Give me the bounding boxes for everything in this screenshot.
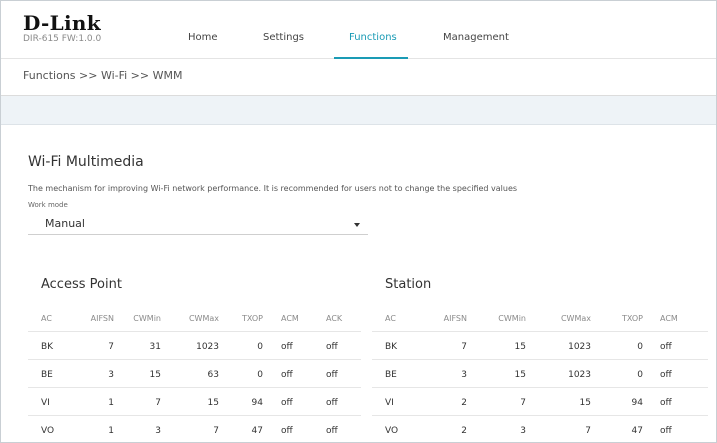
st-cell-acm: off [660,426,672,436]
nav-home[interactable]: Home [188,32,218,43]
st-header-ac: AC [385,314,396,323]
ap-cell-acm: off [281,398,293,408]
ap-row-divider [28,415,361,416]
st-row-divider [372,387,708,388]
ap-cell-acm: off [281,342,293,352]
st-cell-cwmax: 1023 [568,370,591,380]
nav-management[interactable]: Management [443,32,509,43]
ap-cell-ack: off [326,342,338,352]
st-cell-txop: 47 [631,426,643,436]
ap-cell-cwmin: 31 [149,342,161,352]
chevron-down-icon [354,223,360,227]
ap-cell-cwmax: 63 [207,370,219,380]
st-cell-ac: VI [385,398,394,408]
st-cell-aifsn: 7 [461,342,467,352]
ap-cell-cwmax: 1023 [196,342,219,352]
ap-cell-txop: 0 [257,370,263,380]
st-cell-cwmax: 1023 [568,342,591,352]
ap-cell-aifsn: 3 [108,370,114,380]
st-header-txop: TXOP [622,314,643,323]
top-header: D-Link DIR-615 FW:1.0.0 Home Settings Fu… [1,1,716,59]
st-header-aifsn: AIFSN [443,314,467,323]
ap-header-ack: ACK [326,314,343,323]
st-cell-aifsn: 2 [461,398,467,408]
st-cell-txop: 0 [637,370,643,380]
ap-cell-ac: BK [41,342,54,352]
ap-header-acm: ACM [281,314,299,323]
nav-functions[interactable]: Functions [349,32,397,43]
ap-cell-acm: off [281,426,293,436]
ap-cell-cwmin: 15 [149,370,161,380]
st-cell-ac: BE [385,370,397,380]
ap-row-divider [28,387,361,388]
ap-cell-aifsn: 7 [108,342,114,352]
st-cell-cwmin: 3 [520,426,526,436]
active-tab-indicator [334,57,408,59]
work-mode-value: Manual [45,217,85,230]
ap-row-divider [28,359,361,360]
ap-cell-acm: off [281,370,293,380]
work-mode-label: Work mode [28,201,68,209]
ap-header-cwmax: CWMax [188,314,219,323]
ap-cell-cwmax: 7 [213,426,219,436]
st-header-cwmax: CWMax [560,314,591,323]
ap-cell-txop: 94 [251,398,263,408]
nav-settings[interactable]: Settings [263,32,304,43]
st-cell-ac: VO [385,426,399,436]
station-title: Station [385,277,432,292]
brand-logo: D-Link [23,11,101,35]
ap-cell-cwmin: 7 [155,398,161,408]
ap-cell-ack: off [326,370,338,380]
ap-cell-txop: 0 [257,342,263,352]
page-title: Wi-Fi Multimedia [28,154,144,170]
st-cell-acm: off [660,370,672,380]
st-cell-cwmax: 7 [585,426,591,436]
st-cell-acm: off [660,342,672,352]
st-header-acm: ACM [660,314,678,323]
ap-cell-txop: 47 [251,426,263,436]
top-band [1,96,716,125]
st-cell-txop: 94 [631,398,643,408]
st-cell-aifsn: 3 [461,370,467,380]
firmware-label: DIR-615 FW:1.0.0 [23,34,102,44]
ap-cell-ack: off [326,426,338,436]
st-cell-cwmin: 7 [520,398,526,408]
ap-header-aifsn: AIFSN [90,314,114,323]
st-cell-cwmin: 15 [514,370,526,380]
page-description: The mechanism for improving Wi-Fi networ… [28,184,518,193]
ap-cell-aifsn: 1 [108,426,114,436]
ap-header-cwmin: CWMin [133,314,161,323]
ap-cell-cwmin: 3 [155,426,161,436]
ap-row-divider [28,331,361,332]
st-cell-ac: BK [385,342,398,352]
st-row-divider [372,415,708,416]
ap-header-txop: TXOP [242,314,263,323]
ap-cell-cwmax: 15 [207,398,219,408]
st-cell-cwmax: 15 [579,398,591,408]
st-row-divider [372,359,708,360]
st-cell-txop: 0 [637,342,643,352]
ap-cell-ac: VO [41,426,55,436]
st-header-cwmin: CWMin [498,314,526,323]
ap-header-ac: AC [41,314,52,323]
st-cell-aifsn: 2 [461,426,467,436]
st-row-divider [372,331,708,332]
work-mode-select[interactable]: Manual [28,213,368,235]
ap-cell-aifsn: 1 [108,398,114,408]
ap-cell-ack: off [326,398,338,408]
access-point-title: Access Point [41,277,122,292]
ap-cell-ac: VI [41,398,50,408]
st-cell-cwmin: 15 [514,342,526,352]
ap-cell-ac: BE [41,370,53,380]
breadcrumb: Functions >> Wi-Fi >> WMM [23,69,183,82]
st-cell-acm: off [660,398,672,408]
